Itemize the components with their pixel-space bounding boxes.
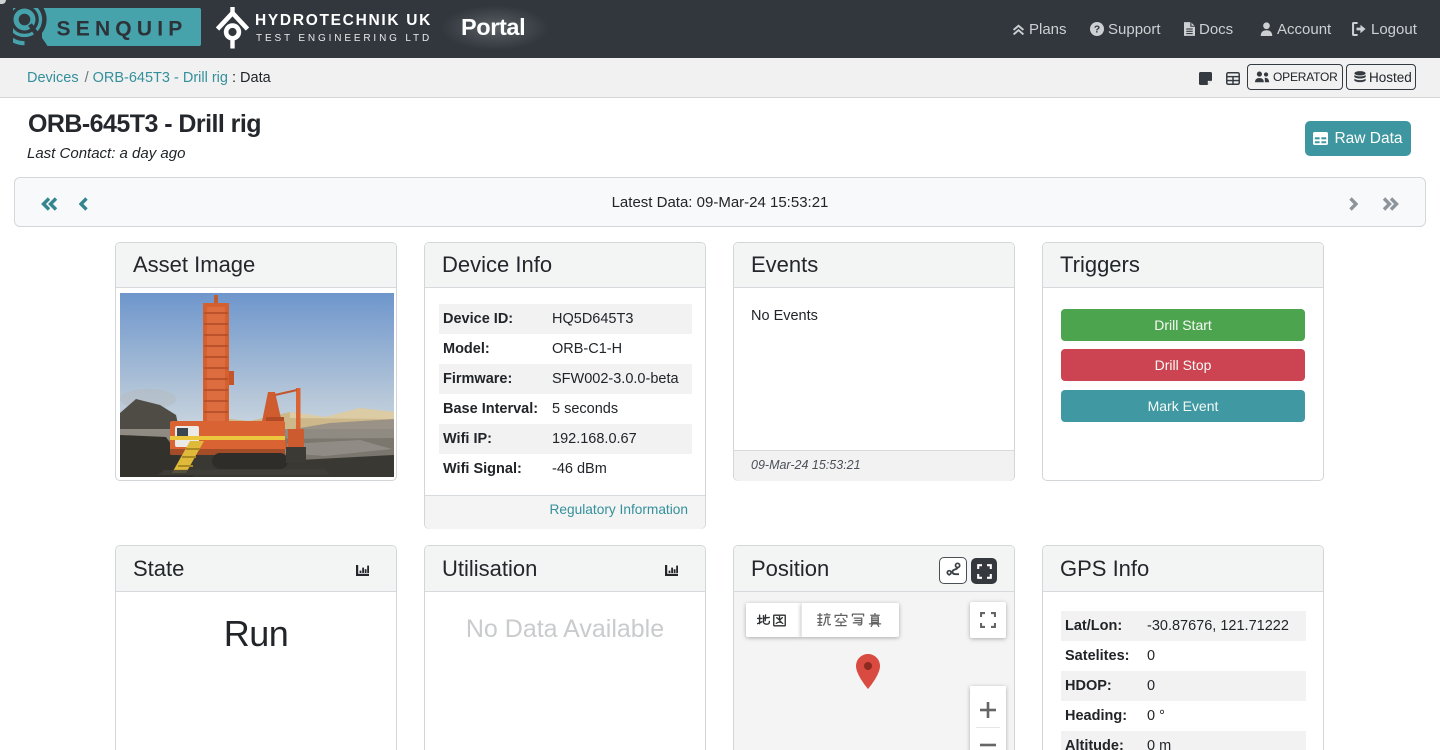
svg-text:?: ?	[1094, 25, 1100, 36]
